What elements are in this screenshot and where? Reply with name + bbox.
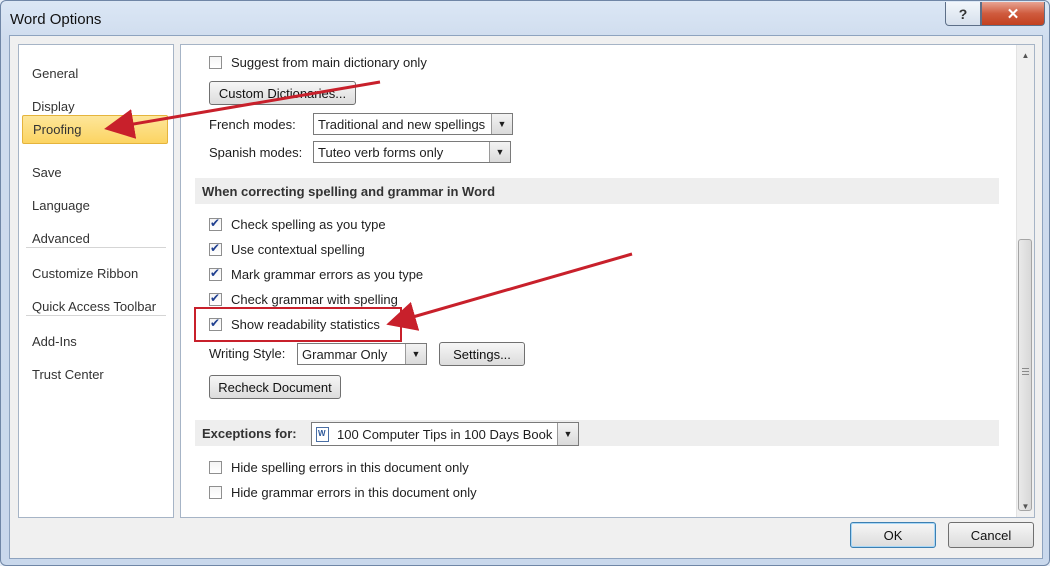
settings-button[interactable]: Settings... bbox=[439, 342, 525, 366]
nav-item-save[interactable]: Save bbox=[22, 158, 168, 187]
hide-spelling-errors-label: Hide spelling errors in this document on… bbox=[231, 460, 469, 475]
nav-divider bbox=[26, 315, 166, 316]
content-scrollbar[interactable]: ▲ ▼ bbox=[1016, 45, 1034, 517]
chevron-down-icon[interactable]: ▼ bbox=[489, 142, 510, 162]
section-header-word: When correcting spelling and grammar in … bbox=[195, 178, 999, 204]
chevron-down-icon[interactable]: ▼ bbox=[405, 344, 426, 364]
check-grammar-checkbox[interactable] bbox=[209, 291, 222, 306]
mark-grammar-label: Mark grammar errors as you type bbox=[231, 267, 424, 282]
close-button[interactable]: ✕ bbox=[981, 2, 1045, 26]
hide-spelling-errors-option[interactable]: Hide spelling errors in this document on… bbox=[209, 460, 469, 475]
window-title: Word Options bbox=[10, 11, 102, 28]
nav-item-quick-access-toolbar[interactable]: Quick Access Toolbar bbox=[22, 292, 168, 321]
word-document-icon bbox=[316, 426, 329, 442]
nav-item-advanced[interactable]: Advanced bbox=[22, 224, 168, 253]
writing-style-select[interactable]: Grammar Only ▼ bbox=[297, 343, 427, 365]
close-icon: ✕ bbox=[1006, 5, 1020, 23]
writing-style-label: Writing Style: bbox=[209, 346, 286, 361]
cancel-button[interactable]: Cancel bbox=[948, 522, 1034, 548]
proofing-content: Suggest from main dictionary only Custom… bbox=[180, 44, 1035, 518]
check-spelling-checkbox[interactable] bbox=[209, 216, 222, 231]
nav-item-customize-ribbon[interactable]: Customize Ribbon bbox=[22, 259, 168, 288]
nav-item-trust-center[interactable]: Trust Center bbox=[22, 360, 168, 389]
check-spelling-label: Check spelling as you type bbox=[231, 217, 386, 232]
spanish-modes-value: Tuteo verb forms only bbox=[318, 144, 444, 160]
chevron-down-icon[interactable]: ▼ bbox=[557, 423, 578, 445]
french-modes-value: Traditional and new spellings bbox=[318, 116, 486, 132]
hide-grammar-errors-checkbox[interactable] bbox=[209, 486, 222, 499]
dialog-client: General Display Proofing Save Language A… bbox=[9, 35, 1043, 559]
nav-item-language[interactable]: Language bbox=[22, 191, 168, 220]
suggest-main-dictionary-option[interactable]: Suggest from main dictionary only bbox=[209, 55, 427, 70]
spanish-modes-label: Spanish modes: bbox=[209, 145, 303, 160]
help-button[interactable]: ? bbox=[945, 2, 981, 26]
french-modes-select[interactable]: Traditional and new spellings ▼ bbox=[313, 113, 513, 135]
mark-grammar-option[interactable]: Mark grammar errors as you type bbox=[209, 266, 424, 282]
contextual-spelling-option[interactable]: Use contextual spelling bbox=[209, 241, 365, 257]
hide-spelling-errors-checkbox[interactable] bbox=[209, 461, 222, 474]
french-modes-label: French modes: bbox=[209, 117, 296, 132]
scrollbar-thumb[interactable] bbox=[1018, 239, 1032, 511]
chevron-down-icon[interactable]: ▼ bbox=[491, 114, 512, 134]
ok-button[interactable]: OK bbox=[850, 522, 936, 548]
hide-grammar-errors-label: Hide grammar errors in this document onl… bbox=[231, 485, 477, 500]
nav-item-general[interactable]: General bbox=[22, 59, 168, 88]
options-nav: General Display Proofing Save Language A… bbox=[18, 44, 174, 518]
scroll-down-icon[interactable]: ▼ bbox=[1017, 498, 1034, 515]
exceptions-document-value: 100 Computer Tips in 100 Days Book bbox=[337, 426, 553, 442]
recheck-document-button[interactable]: Recheck Document bbox=[209, 375, 341, 399]
exceptions-document-select[interactable]: 100 Computer Tips in 100 Days Book ▼ bbox=[311, 422, 579, 446]
check-grammar-option[interactable]: Check grammar with spelling bbox=[209, 291, 398, 307]
check-spelling-option[interactable]: Check spelling as you type bbox=[209, 216, 386, 232]
exceptions-label: Exceptions for: bbox=[202, 425, 297, 441]
nav-divider bbox=[26, 247, 166, 248]
contextual-spelling-checkbox[interactable] bbox=[209, 241, 222, 256]
word-options-window: Word Options ? ✕ General Display Proofin… bbox=[0, 0, 1050, 566]
hide-grammar-errors-option[interactable]: Hide grammar errors in this document onl… bbox=[209, 485, 477, 500]
nav-item-add-ins[interactable]: Add-Ins bbox=[22, 327, 168, 356]
custom-dictionaries-button[interactable]: Custom Dictionaries... bbox=[209, 81, 356, 105]
mark-grammar-checkbox[interactable] bbox=[209, 266, 222, 281]
suggest-main-dictionary-checkbox[interactable] bbox=[209, 56, 222, 69]
check-grammar-label: Check grammar with spelling bbox=[231, 292, 398, 307]
suggest-main-dictionary-label: Suggest from main dictionary only bbox=[231, 55, 427, 70]
nav-item-proofing[interactable]: Proofing bbox=[22, 115, 168, 144]
annotation-highlight-box bbox=[194, 307, 402, 342]
writing-style-value: Grammar Only bbox=[302, 346, 388, 362]
spanish-modes-select[interactable]: Tuteo verb forms only ▼ bbox=[313, 141, 511, 163]
contextual-spelling-label: Use contextual spelling bbox=[231, 242, 365, 257]
scroll-up-icon[interactable]: ▲ bbox=[1017, 47, 1034, 64]
